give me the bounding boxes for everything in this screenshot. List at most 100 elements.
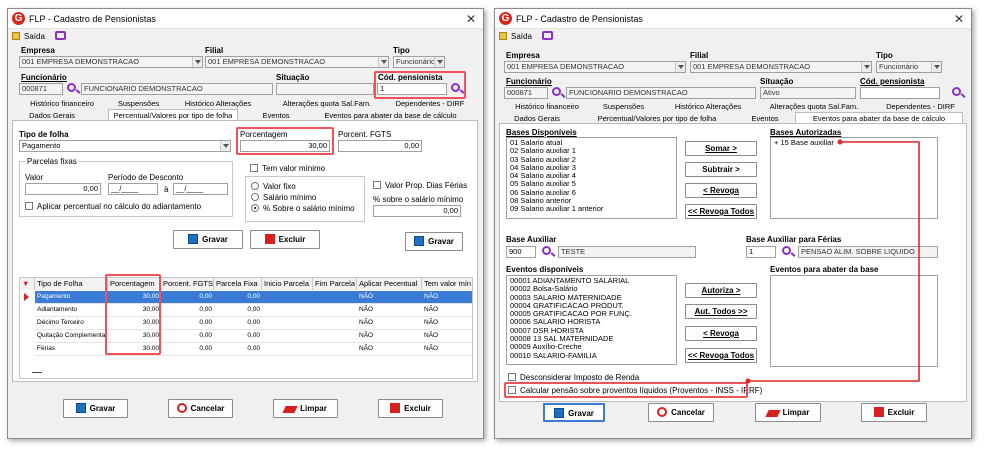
- list-item[interactable]: + 15 Base auxiliar: [774, 138, 934, 147]
- table-cell[interactable]: [262, 330, 313, 342]
- table-cell[interactable]: 0,00: [161, 304, 214, 316]
- valor-prop-checkbox[interactable]: [373, 181, 381, 189]
- table-cell[interactable]: [313, 291, 357, 303]
- tab-suspensoes[interactable]: Suspensões: [106, 98, 171, 109]
- table-cell[interactable]: Quitação Complementar: [35, 330, 108, 342]
- footer-gravar-button[interactable]: Gravar: [543, 403, 605, 422]
- saida-button[interactable]: Saída: [12, 31, 52, 42]
- autoriza-button[interactable]: Autoriza >: [685, 283, 757, 298]
- monitor-icon[interactable]: [542, 31, 553, 40]
- tab-historico-financeiro[interactable]: Histórico financeiro: [22, 98, 102, 109]
- desconsiderar-ir-checkbox[interactable]: [508, 373, 516, 381]
- table-cell[interactable]: NÃO: [422, 304, 472, 316]
- table-row[interactable]: [35, 355, 472, 356]
- porcent-fgts-input[interactable]: 0,00: [338, 140, 422, 152]
- table-cell[interactable]: 0,00: [214, 330, 262, 342]
- tab-dependentes-dirf[interactable]: Dependentes - DIRF: [390, 98, 470, 109]
- funcionario-code-input[interactable]: 000871: [19, 83, 63, 95]
- empresa-select[interactable]: 001 EMPRESA DEMONSTRACAO: [19, 56, 203, 68]
- list-item[interactable]: 09 Salario auxiliar 1 anterior: [510, 205, 673, 214]
- situacao-input[interactable]: Ativo: [760, 87, 856, 99]
- eventos-abater-list[interactable]: [770, 275, 938, 367]
- table-cell[interactable]: [313, 343, 357, 355]
- valor-input[interactable]: 0,00: [25, 183, 101, 195]
- funcionario-code-input[interactable]: 000871: [504, 87, 548, 99]
- salario-minimo-radio[interactable]: [251, 193, 259, 201]
- revoga-todos-button[interactable]: << Revoga Todos: [685, 204, 757, 219]
- funcionario-name-input[interactable]: FUNCIONARIO DEMONSTRACAO: [566, 87, 756, 99]
- table-cell[interactable]: [262, 343, 313, 355]
- close-icon[interactable]: ✕: [954, 12, 964, 26]
- base-auxiliar-ferias-code-input[interactable]: 1: [746, 246, 776, 258]
- search-icon[interactable]: [952, 87, 961, 96]
- filial-select[interactable]: 001 EMPRESA DEMONSTRACAO: [205, 56, 389, 68]
- table-cell[interactable]: 0,00: [161, 317, 214, 329]
- close-icon[interactable]: ✕: [466, 12, 476, 26]
- periodo-de-input[interactable]: __/____: [108, 183, 158, 195]
- revoga-todos-button-2[interactable]: << Revoga Todos: [685, 348, 757, 363]
- table-cell[interactable]: 0,00: [214, 343, 262, 355]
- grid-header[interactable]: Tipo de Folha: [35, 278, 108, 290]
- saida-button[interactable]: Saída: [499, 31, 539, 42]
- table-cell[interactable]: NÃO: [422, 343, 472, 355]
- filial-select[interactable]: 001 EMPRESA DEMONSTRACAO: [690, 61, 872, 73]
- gravar-button-2[interactable]: Gravar: [405, 232, 463, 251]
- empresa-select[interactable]: 001 EMPRESA DEMONSTRACAO: [504, 61, 686, 73]
- base-auxiliar-code-input[interactable]: 900: [506, 246, 536, 258]
- search-icon[interactable]: [782, 246, 791, 255]
- grid-header[interactable]: Fim Parcela: [313, 278, 357, 290]
- table-cell[interactable]: NÃO: [357, 330, 422, 342]
- aplicar-percentual-checkbox[interactable]: [25, 202, 33, 210]
- footer-limpar-button[interactable]: Limpar: [273, 399, 338, 418]
- gravar-button[interactable]: Gravar: [173, 230, 243, 249]
- cod-pensionista-input[interactable]: [860, 87, 940, 99]
- footer-excluir-button[interactable]: Excluir: [378, 399, 443, 418]
- table-cell[interactable]: 0,00: [161, 343, 214, 355]
- table-cell[interactable]: [262, 317, 313, 329]
- table-cell[interactable]: 0,00: [161, 291, 214, 303]
- situacao-input[interactable]: [276, 83, 374, 95]
- tab-dependentes-dirf[interactable]: Dependentes - DIRF: [878, 101, 963, 112]
- table-cell[interactable]: 0,00: [214, 317, 262, 329]
- list-item[interactable]: 00010 SALARIO-FAMILIA: [510, 351, 673, 360]
- table-cell[interactable]: NÃO: [422, 291, 472, 303]
- table-cell[interactable]: 0,00: [214, 304, 262, 316]
- grid-header[interactable]: Aplicar Pecentual: [357, 278, 422, 290]
- tab-alteracoes-quota[interactable]: Alterações quota Sal.Fam.: [276, 98, 378, 109]
- excluir-button[interactable]: Excluir: [250, 230, 320, 249]
- table-cell[interactable]: [313, 317, 357, 329]
- table-cell[interactable]: 0,00: [161, 330, 214, 342]
- footer-gravar-button[interactable]: Gravar: [63, 399, 128, 418]
- perc-sal-min-radio[interactable]: [251, 204, 259, 212]
- table-cell[interactable]: 0,00: [214, 291, 262, 303]
- eventos-disponiveis-list[interactable]: 00001 ADIANTAMENTO SALARIAL 00002 Bolsa-…: [506, 275, 677, 365]
- tipo-folha-select[interactable]: Pagamento: [19, 140, 231, 152]
- table-cell[interactable]: [313, 330, 357, 342]
- tab-suspensoes[interactable]: Suspensões: [591, 101, 656, 112]
- table-cell[interactable]: Adiantamento: [35, 304, 108, 316]
- table-cell[interactable]: NÃO: [422, 330, 472, 342]
- tab-percentual-valores[interactable]: Percentual/Valores por tipo de folha: [108, 109, 238, 120]
- subtrair-button[interactable]: Subtrair >: [685, 162, 757, 177]
- table-cell[interactable]: [262, 291, 313, 303]
- somar-button[interactable]: Somar >: [685, 141, 757, 156]
- table-cell[interactable]: Férias: [35, 343, 108, 355]
- tipo-select[interactable]: Funcionário: [876, 61, 942, 73]
- search-icon[interactable]: [67, 83, 76, 92]
- table-cell[interactable]: Décimo Terceiro: [35, 317, 108, 329]
- revoga-button[interactable]: < Revoga: [685, 183, 757, 198]
- table-cell[interactable]: NÃO: [357, 343, 422, 355]
- table-cell[interactable]: NÃO: [357, 291, 422, 303]
- table-cell[interactable]: NÃO: [357, 317, 422, 329]
- tab-historico-alteracoes[interactable]: Histórico Alterações: [668, 101, 748, 112]
- footer-excluir-button[interactable]: Excluir: [861, 403, 927, 422]
- tab-alteracoes-quota[interactable]: Alterações quota Sal.Fam.: [763, 101, 865, 112]
- monitor-icon[interactable]: [55, 31, 66, 40]
- base-auxiliar-ferias-name-input[interactable]: PENSAO ALIM. SOBRE LIQUIDO: [798, 246, 938, 258]
- bases-autorizadas-list[interactable]: + 15 Base auxiliar: [770, 137, 938, 219]
- tipo-select[interactable]: Funcionário: [393, 56, 445, 68]
- table-cell[interactable]: [262, 304, 313, 316]
- periodo-ate-input[interactable]: __/____: [173, 183, 228, 195]
- aut-todos-button[interactable]: Aut. Todos >>: [685, 304, 757, 319]
- search-icon[interactable]: [542, 246, 551, 255]
